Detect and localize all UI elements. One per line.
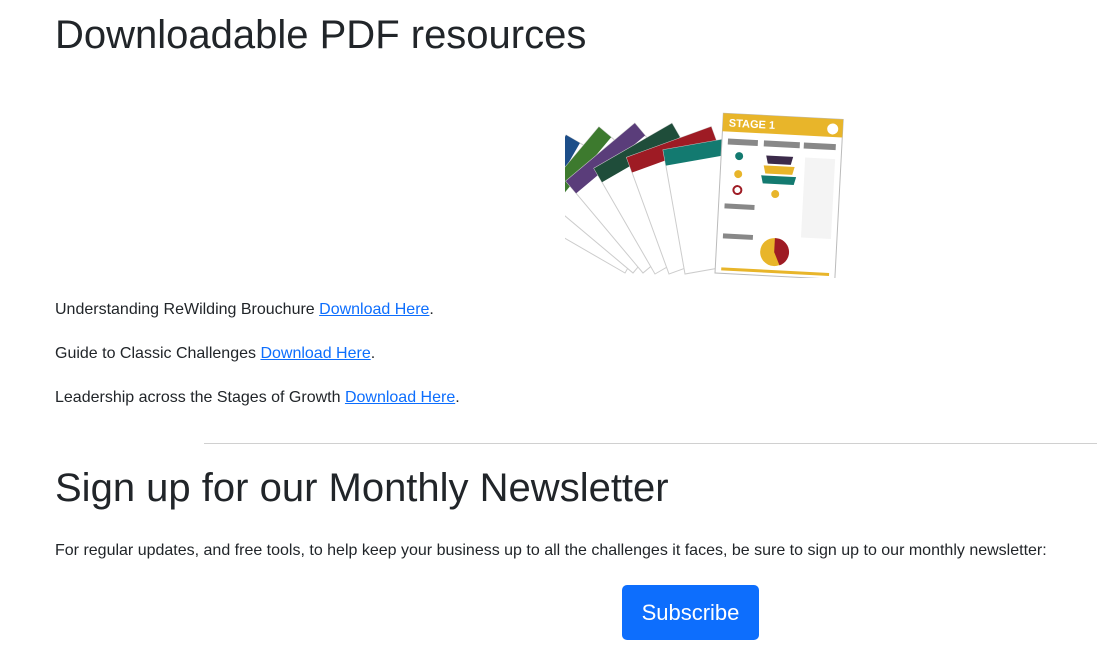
newsletter-description: For regular updates, and free tools, to … [55, 542, 1047, 559]
resource-suffix: . [455, 389, 460, 406]
section-divider [204, 443, 1097, 444]
stage-card-heading: STAGE 1 [729, 118, 776, 132]
download-link-classic-challenges[interactable]: Download Here [260, 345, 370, 362]
resource-item-leadership-stages: Leadership across the Stages of Growth D… [55, 386, 460, 410]
resource-label: Understanding ReWilding Brouchure [55, 301, 320, 318]
newsletter-title: Sign up for our Monthly Newsletter [55, 466, 669, 510]
resource-label: Guide to Classic Challenges [55, 345, 261, 362]
resource-suffix: . [429, 301, 434, 318]
page: Downloadable PDF resources STAGE 1 Under… [0, 0, 1097, 650]
download-link-rewilding-brochure[interactable]: Download Here [319, 301, 429, 318]
resource-item-classic-challenges: Guide to Classic Challenges Download Her… [55, 342, 375, 366]
resource-label: Leadership across the Stages of Growth [55, 389, 345, 406]
subscribe-button[interactable]: Subscribe [622, 585, 759, 640]
resource-suffix: . [370, 345, 376, 362]
resource-item-rewilding-brochure: Understanding ReWilding Brouchure Downlo… [55, 298, 434, 322]
brochure-stack-image: STAGE 1 [565, 112, 844, 278]
download-link-leadership-stages[interactable]: Download Here [345, 389, 455, 406]
pdf-resources-title: Downloadable PDF resources [55, 13, 587, 57]
stage-card-front: STAGE 1 [714, 112, 844, 278]
